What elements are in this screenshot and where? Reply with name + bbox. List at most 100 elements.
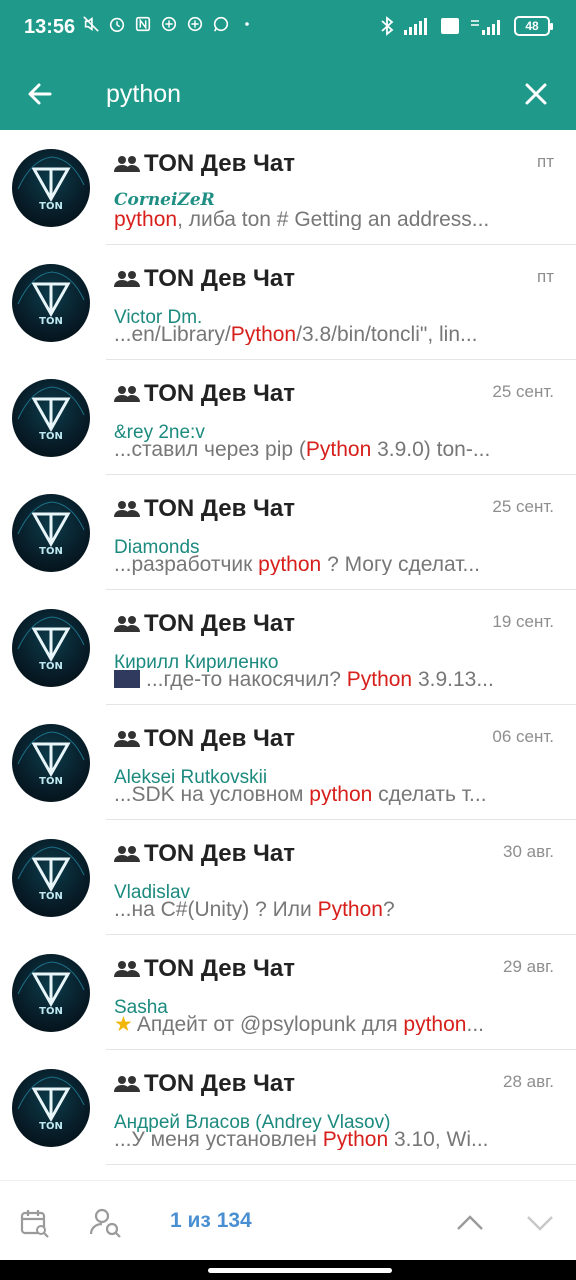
- snippet-text: ...У меня установлен: [114, 1130, 323, 1150]
- chat-avatar: TON: [12, 609, 90, 687]
- snippet-text: ...en/Library/: [114, 325, 231, 345]
- search-input[interactable]: [106, 76, 486, 112]
- message-snippet: ★ Апдейт от @psylopunk для python...: [114, 1015, 534, 1035]
- avatar-label: TON: [39, 1006, 63, 1017]
- status-time: 13:56: [24, 16, 76, 38]
- sender-name: CorneiZeR: [114, 190, 215, 210]
- search-result-item[interactable]: TON TON Дев Чат 30 авг. Vladislav ...на C#(U…: [0, 820, 576, 935]
- search-result-item[interactable]: TON TON Дев Чат 25 сент. &rey 2ne:v ...стави…: [0, 360, 576, 475]
- whatsapp-icon: [213, 16, 229, 32]
- search-highlight: Python: [317, 900, 383, 920]
- alarm-icon: [109, 17, 125, 33]
- message-snippet: ...SDK на условном python сделать т...: [114, 785, 534, 805]
- ton-logo-icon: [17, 501, 85, 548]
- snippet-text: 3.9.13...: [412, 670, 494, 690]
- next-result-button[interactable]: [520, 1203, 560, 1243]
- ton-logo-icon: [17, 1076, 85, 1123]
- search-result-item[interactable]: TON TON Дев Чат пт Victor Dm. ...en/Library/…: [0, 245, 576, 360]
- group-icon: [114, 731, 140, 747]
- result-date: 25 сент.: [492, 497, 554, 516]
- snippet-text: сделать т...: [372, 785, 487, 805]
- result-date: 30 авг.: [503, 842, 554, 861]
- avatar-label: TON: [39, 1121, 63, 1132]
- chat-title: TON Дев Чат: [144, 1070, 296, 1097]
- chat-avatar: TON: [12, 954, 90, 1032]
- message-snippet: python, либа ton # Getting an address...: [114, 210, 534, 230]
- message-snippet: ...ставил через pip (Python 3.9.0) ton-.…: [114, 440, 534, 460]
- chevron-up-icon: [457, 1215, 483, 1230]
- home-indicator[interactable]: [208, 1268, 392, 1273]
- result-date: 06 сент.: [492, 727, 554, 746]
- search-result-item[interactable]: TON TON Дев Чат 19 сент. Кирилл Кириленко..…: [0, 590, 576, 705]
- search-by-date-button[interactable]: [14, 1203, 54, 1243]
- results-counter: 1 из 134: [170, 1209, 252, 1232]
- group-icon: [114, 846, 140, 862]
- ton-logo-icon: [17, 271, 85, 318]
- search-result-item[interactable]: TON TON Дев Чат 28 авг. Андрей Власов (Andr…: [0, 1050, 576, 1165]
- chat-title: TON Дев Чат: [144, 495, 296, 522]
- chat-title-line: TON Дев Чат: [114, 380, 414, 408]
- system-nav-bar: [0, 1260, 576, 1280]
- chat-title: TON Дев Чат: [144, 380, 296, 407]
- mute-icon: [83, 16, 99, 32]
- chat-title-line: TON Дев Чат: [114, 725, 414, 753]
- signal-icon: [404, 18, 427, 35]
- snippet-text: /3.8/bin/toncli", lin...: [296, 325, 478, 345]
- search-by-user-button[interactable]: [86, 1203, 126, 1243]
- battery-indicator: 48: [514, 16, 553, 36]
- notification-icon: [187, 16, 203, 32]
- search-bottom-bar: 1 из 134: [0, 1180, 576, 1260]
- avatar-label: TON: [39, 776, 63, 787]
- user-search-icon: [89, 1208, 121, 1238]
- snippet-text: ...на C#(Unity) ? Или: [114, 900, 318, 920]
- chat-avatar: TON: [12, 1069, 90, 1147]
- clear-search-button[interactable]: [516, 74, 556, 114]
- signal-4g-icon: [471, 20, 500, 35]
- chat-title: TON Дев Чат: [144, 955, 296, 982]
- search-highlight: Python: [230, 325, 297, 345]
- snippet-text: ? Могу сделат...: [321, 555, 480, 575]
- group-icon: [114, 501, 140, 517]
- snippet-text: ...SDK на условном: [114, 785, 310, 805]
- search-result-item[interactable]: TON TON Дев Чат 29 авг. Sasha ★ Апдейт от @ps…: [0, 935, 576, 1050]
- message-snippet: ...где-то накосячил? Python 3.9.13...: [114, 670, 534, 690]
- search-result-item[interactable]: TON TON Дев Чат 25 сент. Diamonds ...разрабо…: [0, 475, 576, 590]
- snippet-text: 3.10, Wi...: [388, 1130, 489, 1150]
- ton-logo-icon: [17, 846, 85, 893]
- ton-logo-icon: [17, 961, 85, 1008]
- group-icon: [114, 271, 140, 287]
- chat-avatar: TON: [12, 724, 90, 802]
- close-icon: [525, 83, 547, 105]
- divider: [106, 1164, 576, 1165]
- message-snippet: ...разработчик python ? Могу сделат...: [114, 555, 534, 575]
- chat-title-line: TON Дев Чат: [114, 610, 414, 638]
- previous-result-button[interactable]: [450, 1203, 490, 1243]
- chat-title-line: TON Дев Чат: [114, 1070, 414, 1098]
- search-highlight: python: [403, 1015, 467, 1035]
- chat-avatar: TON: [12, 264, 90, 342]
- chat-title: TON Дев Чат: [144, 265, 296, 292]
- chat-title: TON Дев Чат: [144, 840, 296, 867]
- arrow-left-icon: [28, 83, 52, 105]
- avatar-label: TON: [39, 316, 63, 327]
- result-date: 29 авг.: [503, 957, 554, 976]
- chat-avatar: TON: [12, 379, 90, 457]
- avatar-label: TON: [39, 201, 63, 212]
- result-date: пт: [537, 267, 554, 286]
- search-result-item[interactable]: TON TON Дев Чат пт CorneiZeR python, либа to…: [0, 130, 576, 245]
- search-result-item[interactable]: TON TON Дев Чат 06 сент. Aleksei Rutkovskii…: [0, 705, 576, 820]
- image-thumbnail-icon: [114, 670, 140, 688]
- status-notification-icons: [82, 15, 256, 33]
- back-button[interactable]: [22, 76, 58, 112]
- group-icon: [114, 616, 140, 632]
- ton-logo-icon: [17, 156, 85, 203]
- chat-title-line: TON Дев Чат: [114, 495, 414, 523]
- result-date: 25 сент.: [492, 382, 554, 401]
- snippet-text: ...где-то накосячил?: [146, 670, 347, 690]
- snippet-text: ...: [466, 1015, 484, 1035]
- chat-title-line: TON Дев Чат: [114, 955, 414, 983]
- chat-title: TON Дев Чат: [144, 150, 296, 177]
- snippet-text: 3.9.0) ton-...: [371, 440, 491, 460]
- chat-title-line: TON Дев Чат: [114, 265, 414, 293]
- ton-logo-icon: [17, 616, 85, 663]
